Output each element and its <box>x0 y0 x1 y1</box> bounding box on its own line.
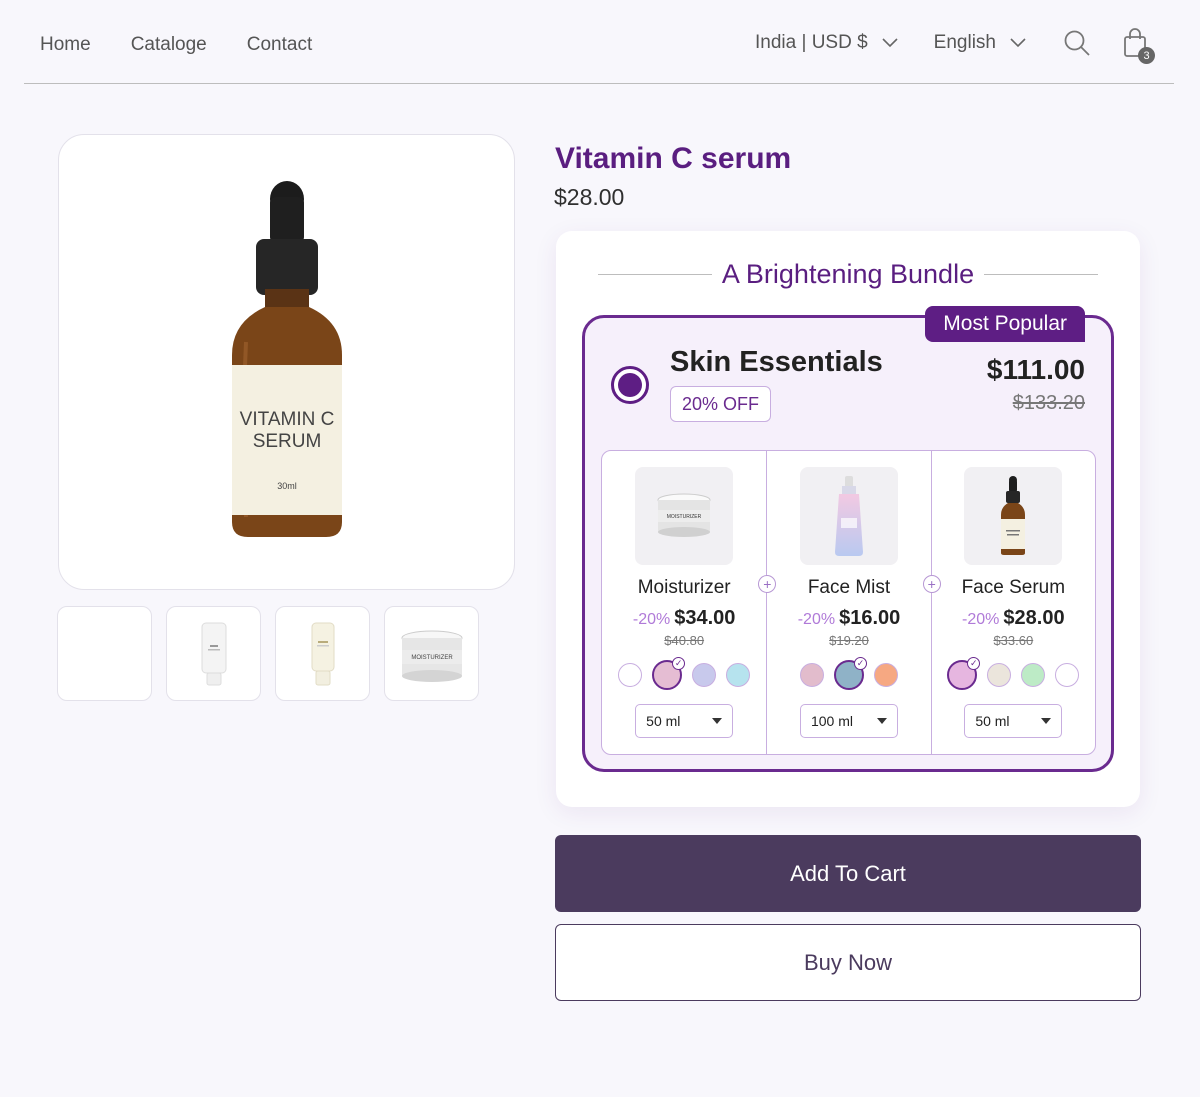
color-swatch[interactable] <box>618 663 643 687</box>
thumbnail-2[interactable] <box>166 606 261 701</box>
color-swatch[interactable]: ✓ <box>833 657 867 690</box>
caret-down-icon <box>712 718 723 724</box>
svg-text:30ml: 30ml <box>277 481 297 491</box>
moisturizer-image: MOISTURIZER <box>635 467 734 565</box>
item-compare-price: $40.80 <box>664 633 705 648</box>
svg-text:VITAMIN C: VITAMIN C <box>239 409 334 430</box>
bundle-option-name: Skin Essentials <box>670 346 883 378</box>
cleanser-tube-image <box>201 622 226 685</box>
size-select[interactable]: 100 ml <box>799 704 898 738</box>
check-icon: ✓ <box>967 657 981 670</box>
bundle-title: A Brightening Bundle <box>721 259 975 289</box>
caret-down-icon <box>876 718 887 724</box>
bundle-item-face-mist: + Face Mist -20% $16.00 $19.20 ✓ 100 ml <box>758 451 930 754</box>
thumbnail-4[interactable]: MOISTURIZER <box>384 606 479 701</box>
item-name: Face Serum <box>961 577 1066 598</box>
color-swatches: ✓ <box>799 657 898 690</box>
cart-button[interactable]: 3 <box>1120 26 1155 64</box>
item-compare-price: $33.60 <box>993 633 1034 648</box>
product-main-image: VITAMIN C SERUM 30ml <box>58 134 515 590</box>
item-price-row: -20% $28.00 <box>962 607 1065 630</box>
language-selector[interactable]: English <box>934 32 1026 54</box>
bundle-heading: A Brightening Bundle <box>556 259 1140 290</box>
svg-text:MOISTURIZER: MOISTURIZER <box>667 514 702 520</box>
search-button[interactable] <box>1062 26 1092 60</box>
item-discount: -20% <box>962 611 1000 628</box>
check-icon: ✓ <box>672 657 686 670</box>
bundle-card: A Brightening Bundle Most Popular Skin E… <box>556 231 1140 807</box>
size-value: 100 ml <box>810 713 854 729</box>
color-swatches: ✓ <box>947 657 1080 690</box>
plus-icon: + <box>922 575 941 593</box>
nav-catalog-link[interactable]: Cataloge <box>131 34 207 56</box>
serum-bottle-illustration: VITAMIN C SERUM 30ml <box>231 181 342 537</box>
color-swatch[interactable] <box>987 663 1012 687</box>
bundle-radio-button[interactable] <box>611 366 649 404</box>
color-swatch[interactable] <box>873 663 898 687</box>
product-price: $28.00 <box>554 184 625 210</box>
color-swatch[interactable]: ✓ <box>652 657 686 690</box>
size-value: 50 ml <box>646 713 681 729</box>
item-price: $16.00 <box>839 607 901 629</box>
cart-count-badge: 3 <box>1138 47 1155 64</box>
bundle-items-grid: MOISTURIZER Moisturizer -20% $34.00 $40.… <box>601 450 1096 755</box>
svg-text:MOISTURIZER: MOISTURIZER <box>411 655 453 661</box>
item-price-row: -20% $34.00 <box>633 607 736 630</box>
face-mist-image <box>799 467 898 565</box>
nav-links: Home Cataloge Contact <box>40 34 312 56</box>
thumbnail-1[interactable] <box>57 606 152 701</box>
discount-badge: 20% OFF <box>670 386 772 422</box>
item-price-row: -20% $16.00 <box>798 607 901 630</box>
caret-down-icon <box>1041 718 1052 724</box>
language-label: English <box>933 32 996 53</box>
spf-tube-image <box>311 622 334 685</box>
nav-utilities: India | USD $ English 3 <box>755 26 1155 64</box>
currency-selector[interactable]: India | USD $ <box>755 32 898 54</box>
nav-contact-link[interactable]: Contact <box>247 34 312 56</box>
color-swatch[interactable] <box>692 663 717 687</box>
color-swatch[interactable]: ✓ <box>947 657 981 690</box>
bundle-item-face-serum: + Face Serum -20% $28.00 $33.60 ✓ 50 ml <box>922 451 1095 754</box>
size-select[interactable]: 50 ml <box>635 704 734 738</box>
svg-text:SERUM: SERUM <box>252 431 321 452</box>
currency-label: India | USD $ <box>755 32 868 53</box>
item-discount: -20% <box>632 611 671 628</box>
heading-divider-left <box>597 274 712 275</box>
radio-selected-dot <box>618 373 642 397</box>
size-select[interactable]: 50 ml <box>964 704 1063 738</box>
nav-home-link[interactable]: Home <box>40 34 91 56</box>
color-swatches: ✓ <box>618 657 751 690</box>
chevron-down-icon <box>882 38 898 48</box>
color-swatch[interactable] <box>1021 663 1046 687</box>
heading-divider-right <box>984 274 1099 275</box>
plus-icon: + <box>758 575 777 593</box>
item-compare-price: $19.20 <box>829 633 869 648</box>
color-swatch[interactable] <box>799 663 824 687</box>
search-icon <box>1064 30 1090 56</box>
bundle-item-moisturizer: MOISTURIZER Moisturizer -20% $34.00 $40.… <box>602 451 766 754</box>
most-popular-badge: Most Popular <box>925 306 1085 342</box>
size-value: 50 ml <box>975 713 1010 729</box>
top-navigation: Home Cataloge Contact India | USD $ Engl… <box>0 0 1200 84</box>
item-name: Face Mist <box>807 577 891 598</box>
chevron-down-icon <box>1010 38 1026 48</box>
buy-now-button[interactable]: Buy Now <box>555 924 1141 1001</box>
item-name: Moisturizer <box>637 577 731 598</box>
item-price: $28.00 <box>1003 607 1065 629</box>
thumbnail-3[interactable] <box>275 606 370 701</box>
moisturizer-jar-image: MOISTURIZER <box>401 630 462 682</box>
add-to-cart-button[interactable]: Add To Cart <box>555 835 1141 912</box>
product-title: Vitamin C serum <box>555 142 792 175</box>
bundle-compare-price: $133.20 <box>1012 392 1085 414</box>
header-divider <box>24 83 1174 84</box>
bundle-option-skin-essentials[interactable]: Most Popular Skin Essentials 20% OFF $11… <box>582 306 1114 772</box>
color-swatch[interactable] <box>726 663 751 687</box>
check-icon: ✓ <box>853 657 867 670</box>
bundle-price: $111.00 <box>986 354 1085 385</box>
item-price: $34.00 <box>674 607 736 629</box>
color-swatch[interactable] <box>1055 663 1080 687</box>
item-discount: -20% <box>797 611 836 628</box>
thumbnail-strip: MOISTURIZER <box>57 606 479 701</box>
face-serum-image <box>964 467 1063 565</box>
